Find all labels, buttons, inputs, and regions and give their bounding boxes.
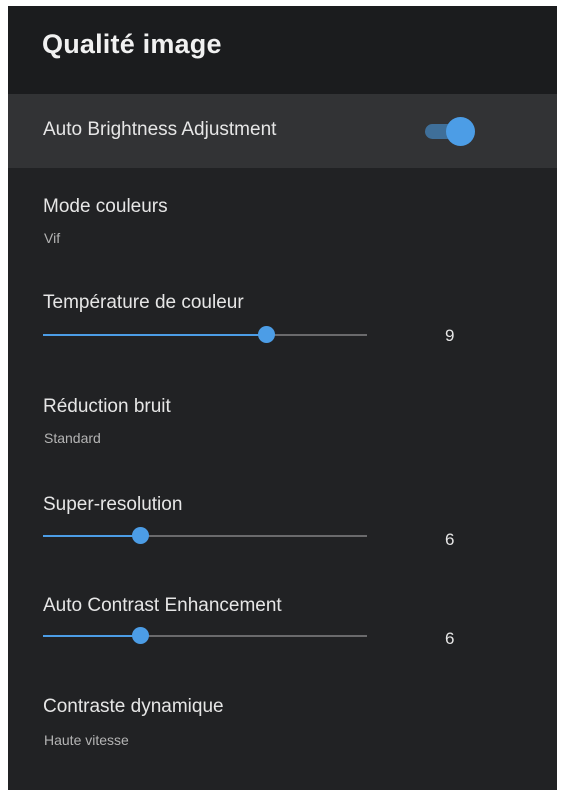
noise-reduction-label: Réduction bruit: [43, 396, 171, 417]
slider-thumb[interactable]: [131, 527, 149, 544]
slider-thumb[interactable]: [257, 326, 275, 343]
color-temperature-label: Température de couleur: [43, 292, 244, 313]
dynamic-contrast-label: Contraste dynamique: [43, 696, 224, 717]
page-title: Qualité image: [42, 29, 222, 59]
color-mode-value: Vif: [44, 230, 61, 246]
auto-contrast-label: Auto Contrast Enhancement: [43, 595, 282, 616]
slider-fill: [43, 635, 140, 637]
panel-header: Qualité image: [8, 6, 557, 94]
picture-quality-panel: Qualité image Auto Brightness Adjustment…: [8, 6, 557, 790]
auto-contrast-value: 6: [445, 629, 455, 648]
color-temperature-value: 9: [445, 326, 455, 345]
slider-fill: [43, 535, 140, 537]
noise-reduction-value: Standard: [44, 430, 101, 446]
super-resolution-slider[interactable]: [43, 526, 367, 546]
auto-brightness-toggle[interactable]: [424, 117, 476, 146]
slider-fill: [43, 334, 266, 336]
dynamic-contrast-value: Haute vitesse: [44, 732, 129, 748]
auto-contrast-slider[interactable]: [43, 626, 367, 646]
auto-brightness-label: Auto Brightness Adjustment: [43, 119, 277, 140]
color-temperature-slider[interactable]: [43, 325, 367, 345]
slider-thumb[interactable]: [131, 627, 149, 644]
super-resolution-label: Super-resolution: [43, 494, 183, 515]
color-mode-label: Mode couleurs: [43, 196, 168, 217]
super-resolution-value: 6: [445, 530, 455, 549]
toggle-knob: [446, 117, 475, 146]
